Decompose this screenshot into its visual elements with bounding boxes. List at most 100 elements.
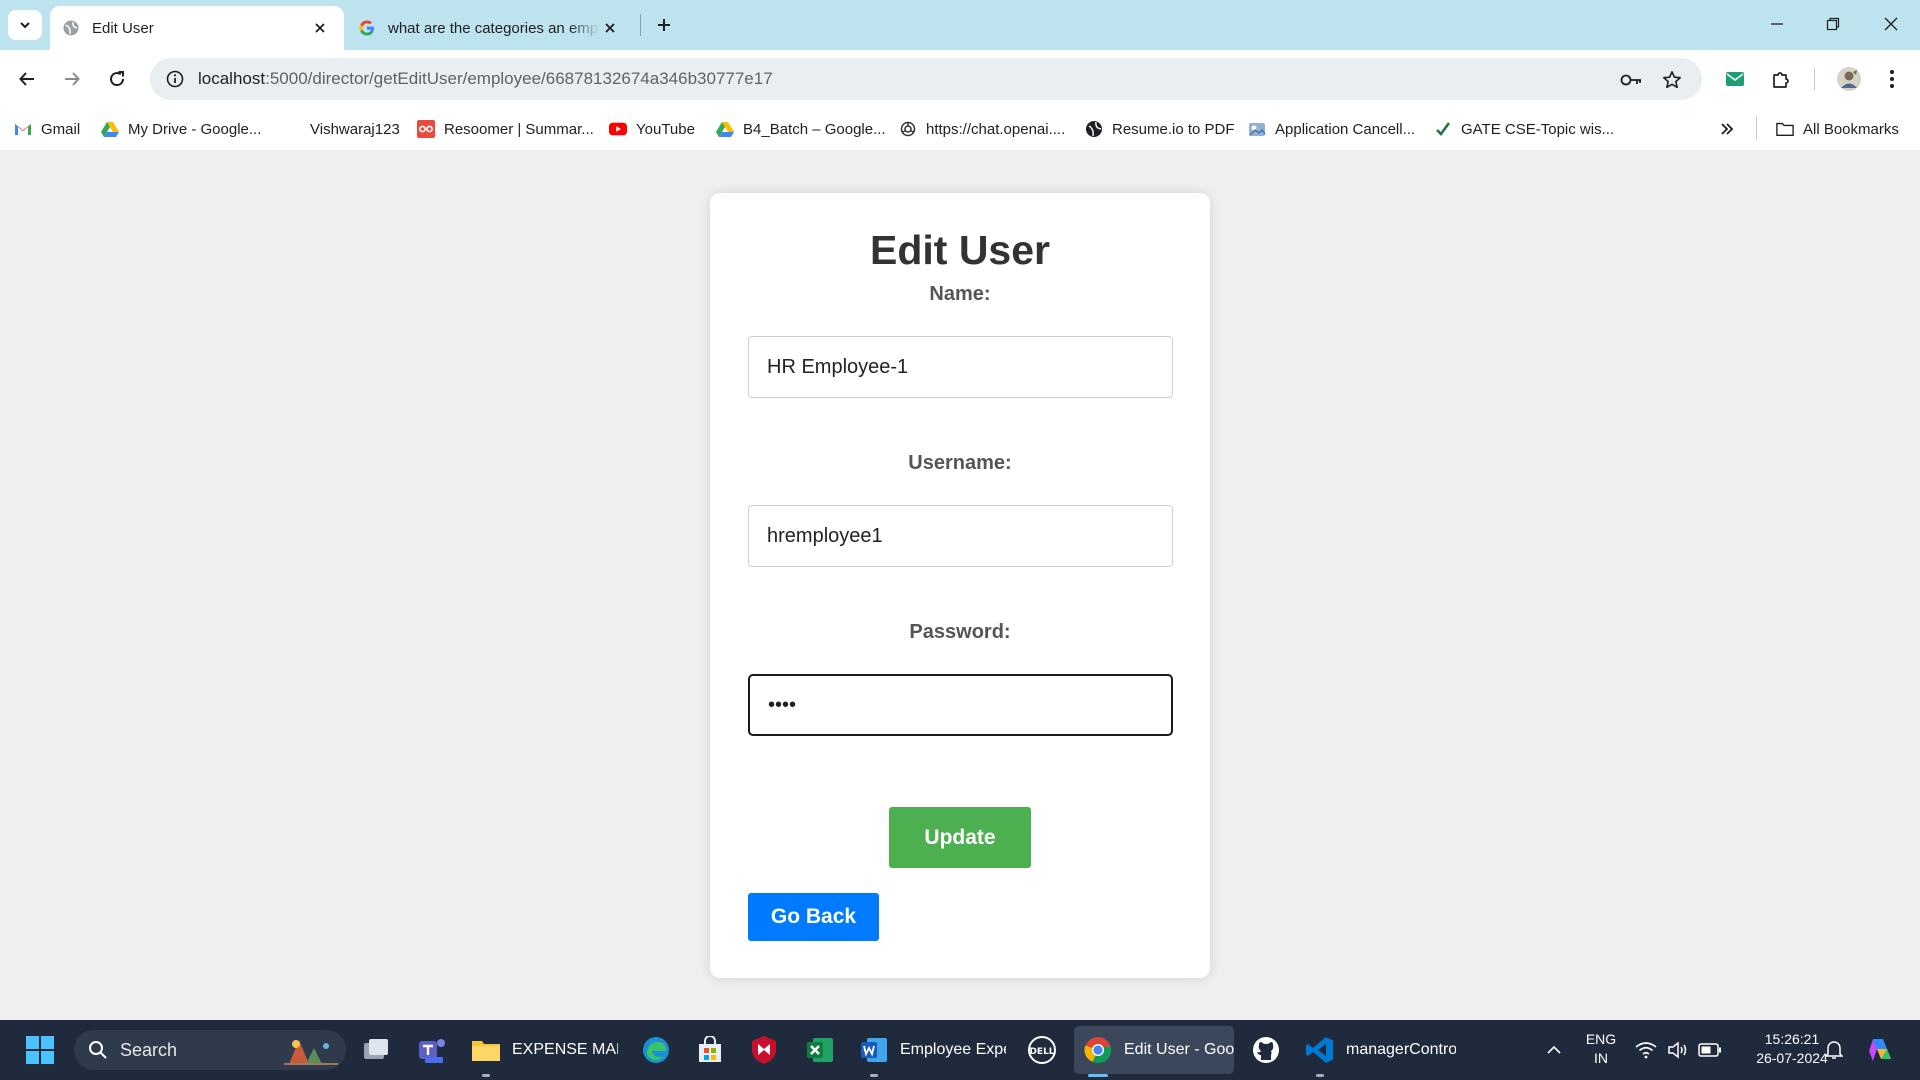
tab-title: Edit User xyxy=(92,19,154,37)
tab-separator xyxy=(640,14,641,36)
taskbar-app-employee-expense[interactable]: Employee Expe xyxy=(858,1030,1006,1070)
bookmark-resume-io[interactable]: Resume.io to PDF xyxy=(1085,118,1235,140)
new-tab-button[interactable] xyxy=(650,11,678,39)
taskbar-app-label: Edit User - Goo xyxy=(1124,1041,1234,1058)
taskbar-search[interactable]: Search xyxy=(74,1030,346,1070)
mcafee-shield-icon xyxy=(748,1034,780,1066)
all-bookmarks-button[interactable]: All Bookmarks xyxy=(1776,118,1899,140)
name-label: Name: xyxy=(929,283,991,305)
bookmark-label: Resoomer | Summar... xyxy=(444,120,594,138)
microsoft-store-button[interactable] xyxy=(694,1030,726,1070)
copilot-icon xyxy=(1864,1034,1896,1066)
bookmark-youtube[interactable]: YouTube xyxy=(609,118,695,140)
back-button[interactable] xyxy=(10,62,44,96)
show-hidden-icons-button[interactable] xyxy=(1538,1030,1570,1070)
windows-logo-icon xyxy=(24,1034,56,1066)
browser-toolbar: localhost:5000/director/getEditUser/empl… xyxy=(0,50,1920,108)
language-indicator[interactable]: ENG IN xyxy=(1580,1030,1622,1068)
password-input[interactable] xyxy=(748,674,1173,736)
teams-button[interactable] xyxy=(416,1030,448,1070)
bookmark-label: Vishwaraj123 xyxy=(310,120,400,138)
toolbar-divider xyxy=(1814,68,1815,90)
running-indicator xyxy=(1316,1074,1324,1077)
tab-edit-user[interactable]: Edit User xyxy=(50,6,344,50)
kebab-menu-icon[interactable] xyxy=(1875,62,1909,96)
bookmark-resoomer[interactable]: Resoomer | Summar... xyxy=(417,118,594,140)
region-code: IN xyxy=(1594,1050,1608,1066)
edge-button[interactable] xyxy=(640,1030,672,1070)
bookmark-gmail[interactable]: Gmail xyxy=(14,118,80,140)
excel-button[interactable] xyxy=(804,1030,836,1070)
google-drive-icon xyxy=(716,120,734,138)
bookmark-chat-openai[interactable]: https://chat.openai.... xyxy=(899,118,1065,140)
address-bar[interactable]: localhost:5000/director/getEditUser/empl… xyxy=(150,58,1702,100)
minimize-button[interactable] xyxy=(1754,8,1800,40)
extension-mail-icon[interactable] xyxy=(1718,62,1752,96)
url-path: :5000/director/getEditUser/employee/6687… xyxy=(265,69,773,88)
extensions-puzzle-icon[interactable] xyxy=(1764,62,1798,96)
forward-button[interactable] xyxy=(55,62,89,96)
more-bookmarks-button[interactable] xyxy=(1718,118,1745,140)
tab-google-search[interactable]: what are the categories an emp xyxy=(352,6,634,50)
bookmark-label: Resume.io to PDF xyxy=(1112,120,1235,138)
site-info-icon[interactable] xyxy=(154,58,196,100)
username-input[interactable] xyxy=(748,505,1173,567)
running-indicator xyxy=(482,1074,490,1077)
check-icon xyxy=(1434,120,1452,138)
chrome-icon xyxy=(1082,1034,1114,1066)
close-icon xyxy=(1884,17,1898,31)
minimize-icon xyxy=(1771,23,1783,25)
bookmark-b4-batch[interactable]: B4_Batch – Google... xyxy=(716,118,886,140)
language-code: ENG xyxy=(1585,1031,1617,1047)
go-back-button[interactable]: Go Back xyxy=(748,893,879,941)
running-indicator xyxy=(870,1074,878,1077)
username-label: Username: xyxy=(908,452,1012,474)
volume-icon xyxy=(1662,1034,1694,1066)
close-icon[interactable] xyxy=(600,18,620,38)
dell-button[interactable]: DELL xyxy=(1026,1030,1058,1070)
taskbar-app-chrome[interactable]: Edit User - Goo xyxy=(1082,1030,1234,1070)
gmail-icon xyxy=(14,120,32,138)
youtube-icon xyxy=(609,120,627,138)
task-view-button[interactable] xyxy=(360,1030,392,1070)
taskbar-app-label: EXPENSE MANA xyxy=(512,1041,618,1058)
github-button[interactable] xyxy=(1250,1030,1282,1070)
start-button[interactable] xyxy=(24,1030,56,1070)
bookmark-application-cancel[interactable]: Application Cancell... xyxy=(1248,118,1415,140)
globe-icon xyxy=(1085,120,1103,138)
star-icon[interactable] xyxy=(1658,66,1686,94)
task-view-icon xyxy=(360,1034,392,1066)
bookmark-gate-cse[interactable]: GATE CSE-Topic wis... xyxy=(1434,118,1614,140)
taskbar-app-vscode[interactable]: managerContro xyxy=(1304,1030,1456,1070)
google-drive-icon xyxy=(101,120,119,138)
name-input[interactable] xyxy=(748,336,1173,398)
bookmark-my-drive[interactable]: My Drive - Google... xyxy=(101,118,261,140)
close-icon[interactable] xyxy=(310,18,330,38)
chevron-double-right-icon xyxy=(1718,120,1736,138)
network-volume-battery-group[interactable] xyxy=(1630,1030,1726,1070)
taskbar-app-expense-manager[interactable]: EXPENSE MANA xyxy=(470,1030,618,1070)
profile-avatar[interactable] xyxy=(1832,62,1866,96)
svg-text:DELL: DELL xyxy=(1029,1047,1054,1057)
taskbar-app-label: Employee Expe xyxy=(900,1041,1006,1058)
reload-icon xyxy=(110,71,125,87)
search-icon xyxy=(88,1040,108,1060)
chevron-up-icon xyxy=(1538,1034,1570,1066)
key-icon[interactable] xyxy=(1618,66,1646,94)
page-content: Edit User Name: Username: Password: Upda… xyxy=(0,150,1920,1020)
store-icon xyxy=(694,1034,726,1066)
blank-icon xyxy=(283,120,301,138)
copilot-button[interactable] xyxy=(1864,1030,1896,1070)
notifications-button[interactable] xyxy=(1818,1030,1850,1070)
arrow-left-icon xyxy=(19,72,34,86)
mcafee-button[interactable] xyxy=(748,1030,780,1070)
google-icon xyxy=(358,19,376,37)
close-window-button[interactable] xyxy=(1868,8,1914,40)
bookmark-vishwaraj123[interactable]: Vishwaraj123 xyxy=(283,118,400,140)
arrow-right-icon xyxy=(65,72,80,86)
dell-icon: DELL xyxy=(1026,1034,1058,1066)
reload-button[interactable] xyxy=(100,62,134,96)
tab-search-button[interactable] xyxy=(8,10,42,40)
restore-button[interactable] xyxy=(1810,8,1856,40)
update-button[interactable]: Update xyxy=(889,807,1031,868)
